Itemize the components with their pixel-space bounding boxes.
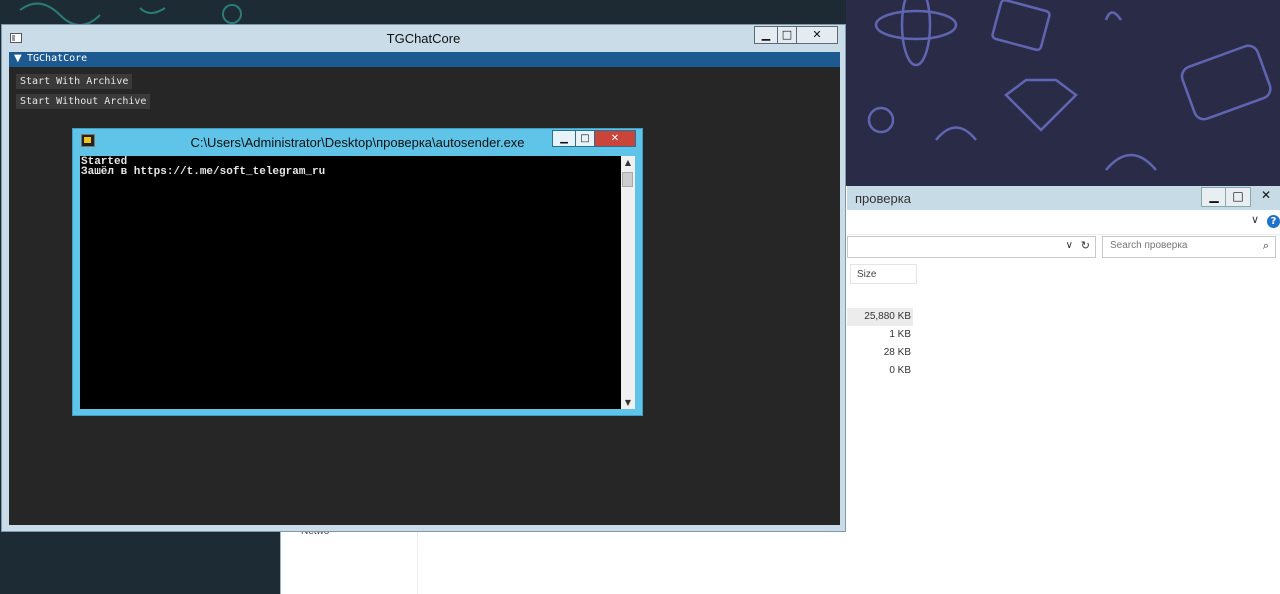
explorer-maximize-button[interactable]: □ [1225,187,1251,207]
tg-maximize-button[interactable]: □ [778,26,797,44]
wallpaper-right [846,0,1280,190]
file-size-cell[interactable]: 28 KB [847,344,913,362]
explorer-title: проверка [855,191,911,206]
search-box[interactable]: ⌕ [1102,236,1276,258]
console-lines: Started Зашёл в https://t.me/soft_telegr… [80,157,326,178]
console-maximize-button[interactable]: □ [576,130,595,147]
help-icon[interactable]: ? [1267,215,1280,228]
scrollbar-thumb[interactable] [622,172,633,187]
explorer-ribbon [847,210,1280,235]
refresh-icon[interactable]: ↻ [1081,239,1090,252]
console-minimize-button[interactable]: ▁ [552,130,576,147]
console-line: Зашёл в https://t.me/soft_telegram_ru [81,166,326,178]
scroll-down-arrow-icon[interactable]: ▼ [621,396,635,409]
explorer-close-button[interactable]: ✕ [1253,187,1279,205]
tg-titlebar[interactable]: TGChatCore ▁ □ ✕ [2,25,845,52]
console-output[interactable]: Started Зашёл в https://t.me/soft_telegr… [80,156,621,409]
console-window[interactable]: C:\Users\Administrator\Desktop\проверка\… [72,128,643,416]
tg-collapsing-header[interactable]: ▼ TGChatCore [9,52,840,67]
console-window-controls: ▁ □ ✕ [552,130,636,147]
wallpaper-doodles-right [867,0,1272,171]
search-icon[interactable]: ⌕ [1263,239,1269,253]
file-size-list: 25,880 KB 1 KB 28 KB 0 KB [847,308,913,380]
tg-window-title: TGChatCore [386,31,461,46]
navigation-pane: Netwo [281,526,418,594]
start-with-archive-button[interactable]: Start With Archive [16,74,133,89]
start-without-archive-button[interactable]: Start Without Archive [16,94,151,109]
file-size-cell[interactable]: 25,880 KB [847,308,913,326]
address-dropdown-icon[interactable]: ∨ [1066,240,1073,251]
tg-close-button[interactable]: ✕ [797,26,838,44]
explorer-minimize-button[interactable]: ▁ [1201,187,1227,207]
search-input[interactable] [1110,240,1250,251]
collapse-arrow-icon[interactable]: ▼ [14,53,22,64]
ribbon-expand-icon[interactable]: ∨ [1251,213,1259,226]
file-size-cell[interactable]: 1 KB [847,326,913,344]
address-bar[interactable]: ∨ ↻ [847,236,1096,258]
tg-minimize-button[interactable]: ▁ [754,26,778,44]
scroll-up-arrow-icon[interactable]: ▲ [621,156,635,169]
console-close-button[interactable]: ✕ [595,130,636,147]
tg-header-label: TGChatCore [27,53,88,64]
console-scrollbar[interactable]: ▲ ▼ [621,156,635,409]
column-header-size[interactable]: Size [850,264,917,284]
file-size-cell[interactable]: 0 KB [847,362,913,380]
tg-window-controls: ▁ □ ✕ [754,26,838,44]
wallpaper-bottom [0,532,280,594]
